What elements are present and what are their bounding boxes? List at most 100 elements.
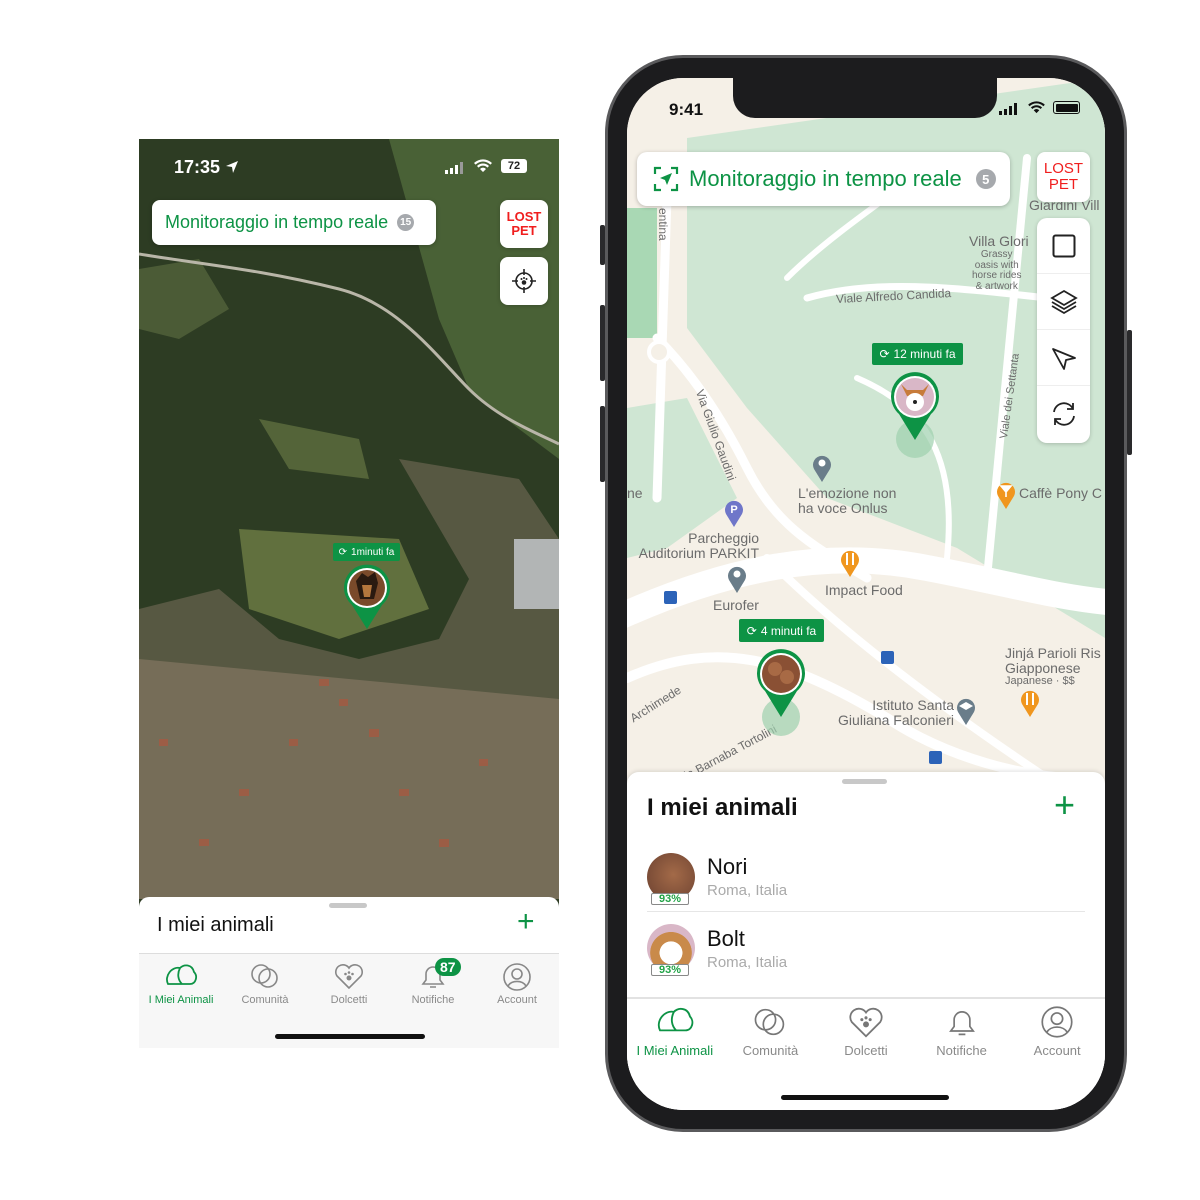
- refresh-button[interactable]: [1037, 386, 1090, 442]
- left-phone-screen: 17:35 72 Monitoraggio in tempo reale 15 …: [139, 139, 559, 1048]
- signal-icon: [445, 162, 463, 174]
- tab-label: Comunità: [241, 994, 289, 1006]
- battery-indicator: 72: [501, 159, 527, 173]
- map-label: Eurofer: [713, 597, 759, 613]
- tab-label: I Miei Animali: [148, 994, 214, 1006]
- tab-my-pets[interactable]: I Miei Animali: [627, 1005, 723, 1110]
- mute-switch: [600, 225, 605, 265]
- map-label: entina: [656, 208, 670, 241]
- battery-level: 72: [507, 160, 521, 172]
- notification-badge: 87: [435, 958, 461, 976]
- school-pin-icon[interactable]: [955, 696, 977, 726]
- tab-label: Dolcetti: [844, 1043, 888, 1058]
- right-phone-screen: Giardini Vill Villa Glori Grassy oasis w…: [627, 78, 1105, 1110]
- tracking-count-badge: 15: [397, 214, 415, 231]
- wifi-icon: [1028, 101, 1045, 114]
- parking-pin-icon[interactable]: P: [723, 498, 745, 528]
- bolt-marker-time-label: ⟳ 12 minuti fa: [872, 343, 963, 365]
- crosshair-paw-icon: [512, 269, 536, 293]
- pets-icon: [657, 1007, 694, 1032]
- map-tools: [1037, 218, 1090, 443]
- tab-label: Notifiche: [936, 1043, 987, 1058]
- restaurant-pin-icon[interactable]: [1019, 688, 1041, 718]
- pet-name: Bolt: [707, 925, 745, 951]
- sheet-drag-handle[interactable]: [842, 779, 887, 784]
- location-arrow-icon: [226, 161, 238, 173]
- notch: [733, 78, 997, 118]
- bolt-location-pin[interactable]: [889, 370, 941, 442]
- map-label: Parcheggio Auditorium PARKIT: [638, 530, 759, 561]
- pet-name: Nori: [707, 854, 748, 879]
- heart-paw-icon: [334, 964, 364, 990]
- my-pets-sheet[interactable]: I miei animali +: [139, 897, 559, 953]
- map-label: Grassy oasis with horse rides & artwork: [972, 249, 1022, 292]
- account-icon: [503, 963, 531, 991]
- tab-account[interactable]: Account: [1009, 1005, 1105, 1110]
- map-label: L'emozione non ha voce Onlus: [798, 485, 897, 516]
- lost-pet-button[interactable]: LOST PET: [1037, 152, 1090, 202]
- realtime-tracking-header[interactable]: Monitoraggio in tempo reale 5: [637, 152, 1010, 206]
- lost-pet-label-1: LOST: [1043, 160, 1084, 178]
- volume-up-button: [600, 305, 605, 381]
- refresh-icon: [1052, 402, 1075, 426]
- pet-list-item-bolt[interactable]: 93% Bolt Roma, Italia: [647, 913, 1085, 983]
- pet-location: Roma, Italia: [707, 882, 788, 899]
- community-icon: [755, 1008, 785, 1036]
- tracking-count-badge: 5: [975, 169, 996, 189]
- status-time: 17:35: [174, 157, 221, 177]
- pets-icon: [166, 964, 197, 985]
- map-label: Villa Glori: [969, 233, 1029, 249]
- time-ago: 4 minuti fa: [760, 623, 817, 638]
- tab-account[interactable]: Account: [475, 962, 559, 1048]
- tab-label: Notifiche: [411, 994, 455, 1006]
- power-button: [1127, 330, 1132, 455]
- nori-marker-time-label: ⟳ 4 minuti fa: [739, 619, 824, 642]
- pet-location: Roma, Italia: [707, 953, 788, 971]
- lost-pet-label-2: PET: [1048, 176, 1079, 193]
- restaurant-pin-icon[interactable]: [839, 548, 861, 578]
- home-indicator: [275, 1034, 425, 1039]
- svg-text:P: P: [730, 504, 737, 516]
- select-area-button[interactable]: [1037, 218, 1090, 274]
- header-title: Monitoraggio in tempo reale: [689, 166, 962, 191]
- bus-stop-icon[interactable]: [664, 591, 677, 604]
- tab-label: Account: [497, 994, 537, 1006]
- bus-stop-icon[interactable]: [881, 651, 894, 664]
- map-layers-button[interactable]: [1037, 274, 1090, 330]
- sheet-drag-handle[interactable]: [329, 903, 367, 908]
- pet-list-item-nori[interactable]: 93% Nori Roma, Italia: [647, 842, 1085, 912]
- navigate-button[interactable]: [1037, 330, 1090, 386]
- tab-label: I Miei Animali: [636, 1043, 714, 1058]
- add-pet-button[interactable]: +: [1054, 784, 1075, 826]
- map-label: Istituto Santa Giuliana Falconieri: [838, 697, 954, 728]
- heart-paw-icon: [849, 1007, 883, 1038]
- map-label: ne: [627, 485, 643, 501]
- battery-badge: 93%: [651, 964, 689, 976]
- locate-pet-button[interactable]: [500, 257, 548, 305]
- account-icon: [1041, 1006, 1073, 1038]
- add-pet-button[interactable]: +: [517, 905, 535, 939]
- time-ago: 1minuti fa: [351, 546, 395, 558]
- tab-bar: I Miei Animali Comunità Dolcetti Notific…: [627, 997, 1105, 1110]
- refresh-icon: ⟳: [746, 623, 757, 638]
- realtime-tracking-header[interactable]: Monitoraggio in tempo reale 15: [152, 200, 436, 245]
- map-label: Impact Food: [825, 582, 903, 598]
- lost-pet-button[interactable]: LOST PET: [500, 200, 548, 248]
- place-pin-icon[interactable]: [811, 453, 833, 483]
- place-pin-icon[interactable]: [726, 564, 748, 594]
- wifi-icon: [474, 159, 492, 172]
- bell-icon: [948, 1011, 975, 1036]
- bar-pin-icon[interactable]: [995, 480, 1017, 510]
- pet-location-pin[interactable]: [342, 563, 392, 631]
- bus-stop-icon[interactable]: [929, 751, 942, 764]
- status-time: 9:41: [669, 100, 704, 119]
- header-title: Monitoraggio in tempo reale: [165, 212, 389, 232]
- tab-label: Account: [1033, 1043, 1081, 1058]
- tab-my-pets[interactable]: I Miei Animali: [139, 962, 223, 1048]
- tracking-icon: [653, 166, 679, 192]
- time-ago: 12 minuti fa: [893, 347, 956, 361]
- community-icon: [251, 964, 278, 988]
- satellite-map[interactable]: [139, 139, 559, 899]
- nori-location-pin[interactable]: [755, 647, 807, 719]
- home-indicator: [781, 1095, 949, 1100]
